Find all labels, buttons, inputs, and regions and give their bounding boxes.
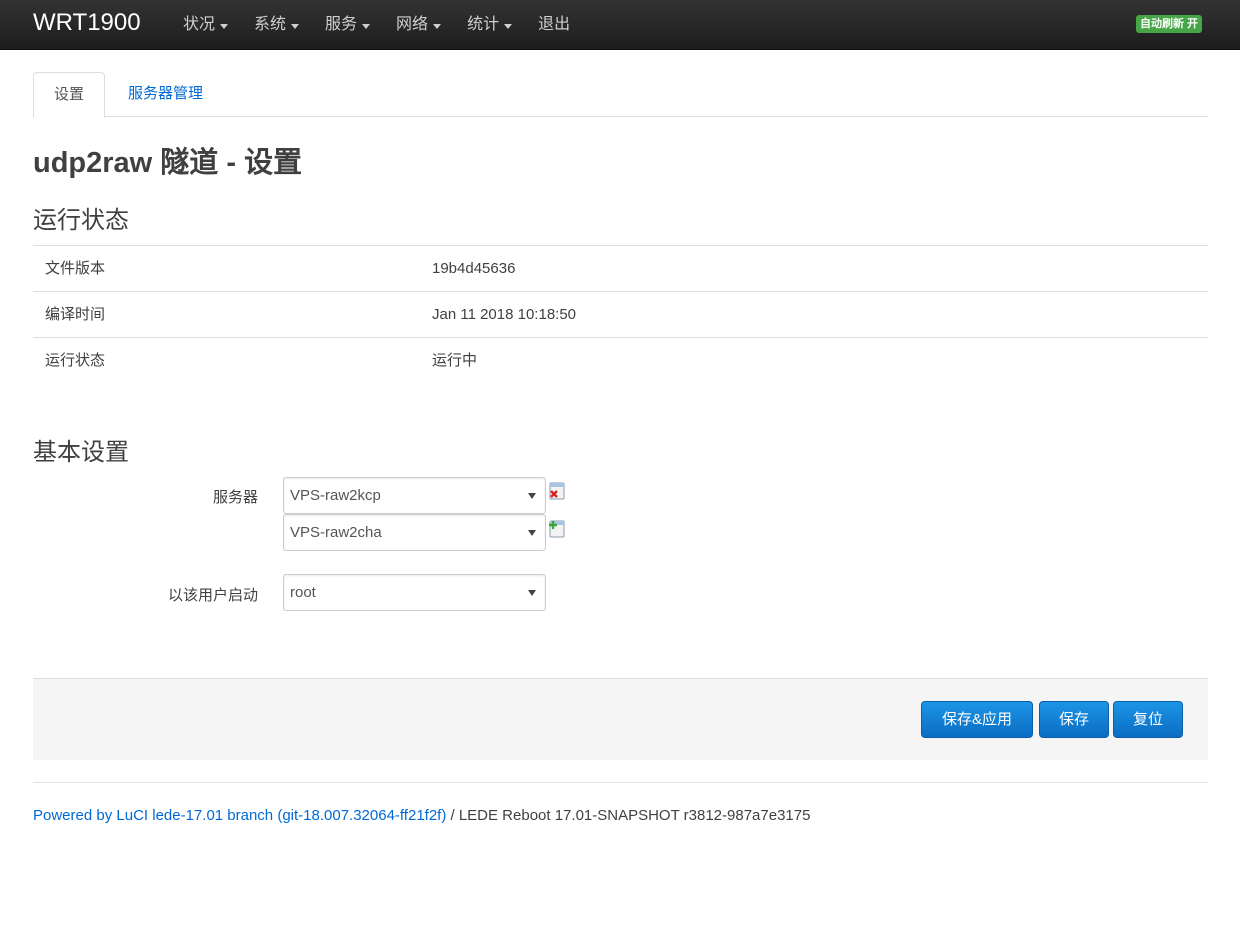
user-label: 以该用户启动 — [167, 587, 258, 604]
row-value: Jan 11 2018 10:18:50 — [432, 306, 577, 323]
table-row: 运行状态 运行中 — [33, 337, 1208, 383]
add-icon[interactable] — [548, 520, 566, 538]
row-key: 运行状态 — [45, 352, 106, 369]
chevron-down-icon — [504, 23, 513, 29]
menu-statistics[interactable]: 统计 — [467, 0, 513, 50]
row-value: 运行中 — [432, 352, 478, 369]
server-select-2-value: VPS-raw2cha — [290, 524, 382, 541]
user-select[interactable]: root — [283, 574, 546, 611]
status-table: 文件版本 19b4d45636 编译时间 Jan 11 2018 10:18:5… — [33, 245, 1208, 383]
user-select-value: root — [290, 584, 316, 601]
dropdown-arrow-icon — [528, 590, 536, 596]
menu-system[interactable]: 系统 — [254, 0, 300, 50]
page-title: udp2raw 隧道 - 设置 — [33, 147, 303, 179]
menu-logout-label: 退出 — [538, 16, 571, 33]
status-section-title: 运行状态 — [33, 207, 129, 234]
row-value: 19b4d45636 — [432, 260, 516, 277]
main-menu: 状况 系统 服务 网络 统计 退出 — [183, 0, 596, 50]
menu-services[interactable]: 服务 — [325, 0, 371, 50]
table-row: 编译时间 Jan 11 2018 10:18:50 — [33, 291, 1208, 337]
row-key: 文件版本 — [45, 260, 106, 277]
table-row: 文件版本 19b4d45636 — [33, 245, 1208, 291]
menu-system-label: 系统 — [254, 16, 287, 33]
reset-button[interactable]: 复位 — [1113, 701, 1183, 738]
top-navbar: WRT1900 状况 系统 服务 网络 统计 退出 自动刷新 开 — [0, 0, 1240, 50]
menu-services-label: 服务 — [325, 16, 358, 33]
save-apply-button[interactable]: 保存&应用 — [921, 701, 1033, 738]
dropdown-arrow-icon — [528, 530, 536, 536]
server-label: 服务器 — [212, 489, 258, 506]
basic-section-title: 基本设置 — [33, 439, 129, 466]
footer-version: / LEDE Reboot 17.01-SNAPSHOT r3812-987a7… — [446, 807, 811, 824]
menu-statistics-label: 统计 — [467, 16, 500, 33]
luci-link[interactable]: Powered by LuCI lede-17.01 branch (git-1… — [33, 807, 446, 824]
chevron-down-icon — [433, 23, 442, 29]
footer: Powered by LuCI lede-17.01 branch (git-1… — [33, 806, 810, 826]
brand-logo[interactable]: WRT1900 — [33, 8, 141, 38]
remove-icon[interactable] — [548, 482, 566, 500]
tab-server-management[interactable]: 服务器管理 — [108, 72, 223, 117]
autorefresh-badge[interactable]: 自动刷新 开 — [1136, 15, 1203, 33]
menu-network[interactable]: 网络 — [396, 0, 442, 50]
menu-logout[interactable]: 退出 — [538, 0, 570, 50]
server-select-1[interactable]: VPS-raw2kcp — [283, 477, 546, 514]
tab-settings[interactable]: 设置 — [33, 72, 106, 118]
chevron-down-icon — [362, 23, 371, 29]
server-select-1-value: VPS-raw2kcp — [290, 487, 381, 504]
footer-divider — [33, 782, 1208, 783]
save-button[interactable]: 保存 — [1039, 701, 1109, 738]
server-select-2[interactable]: VPS-raw2cha — [283, 514, 546, 551]
dropdown-arrow-icon — [528, 493, 536, 499]
menu-status-label: 状况 — [183, 16, 216, 33]
chevron-down-icon — [291, 23, 300, 29]
tab-bar: 设置 服务器管理 — [33, 72, 1208, 118]
chevron-down-icon — [220, 23, 229, 29]
row-key: 编译时间 — [45, 306, 106, 323]
menu-status[interactable]: 状况 — [183, 0, 229, 50]
menu-network-label: 网络 — [396, 16, 429, 33]
action-bar: 保存&应用 保存 复位 — [33, 678, 1208, 760]
